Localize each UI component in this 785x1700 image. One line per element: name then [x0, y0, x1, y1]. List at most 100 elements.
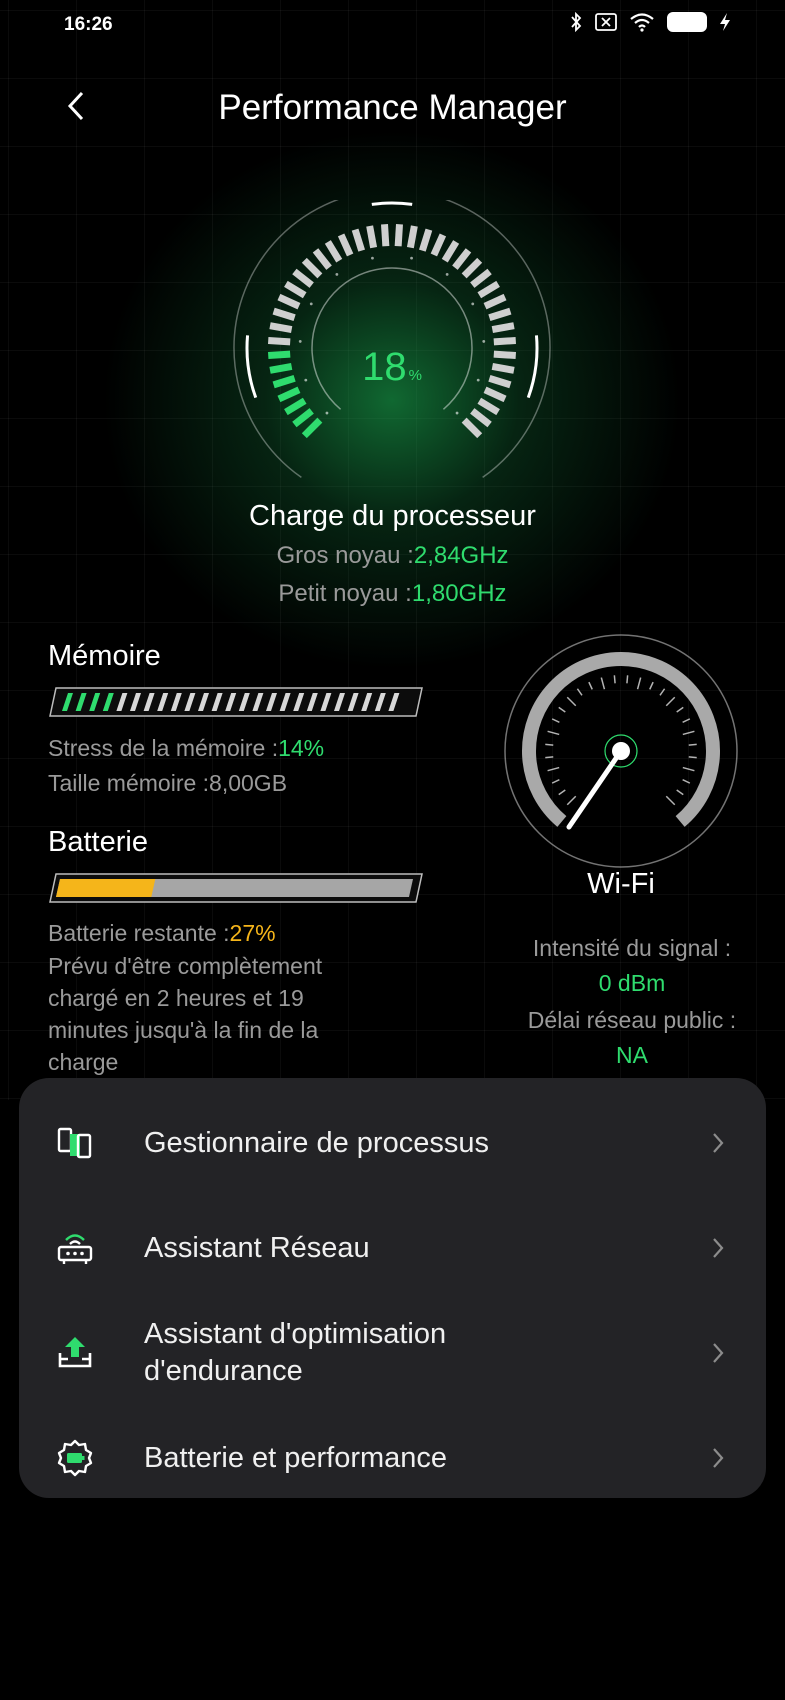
wifi-gauge-tick — [636, 677, 642, 690]
wifi-gauge-tick — [576, 688, 583, 696]
menu-item-label: Assistant Réseau — [144, 1231, 370, 1264]
gauge-dot — [298, 340, 302, 343]
wifi-gauge-tick — [682, 730, 695, 736]
menu-item-battery-performance[interactable]: Batterie et performance — [19, 1403, 766, 1513]
gauge-tick — [483, 293, 507, 310]
gauge-tick — [470, 268, 492, 288]
wifi-needle — [566, 748, 624, 830]
gauge-tick-filled — [277, 386, 301, 403]
gauge-dot — [482, 340, 486, 343]
gauge-tick — [277, 293, 301, 310]
big-core-label: Gros noyau : — [276, 542, 414, 569]
memory-bar-graphic — [49, 687, 423, 717]
wifi-gauge-tick — [588, 681, 593, 690]
status-icons: 27 — [569, 12, 731, 32]
gauge-dot — [371, 256, 374, 260]
cpu-load-value: 18 — [362, 345, 407, 389]
battery-title: Batterie — [48, 826, 148, 858]
cpu-load-gauge: 18% — [222, 189, 562, 500]
wifi-gauge-tick — [676, 706, 684, 713]
sim-off-icon — [595, 13, 617, 31]
process-manager-icon — [55, 1123, 95, 1163]
wifi-gauge-tick — [558, 789, 566, 796]
menu-item-network-assistant[interactable]: Assistant Réseau — [19, 1193, 766, 1303]
gauge-tick — [366, 225, 378, 249]
gauge-dot — [455, 411, 459, 415]
memory-stress-line: Stress de la mémoire :14% — [48, 735, 324, 762]
gauge-tick — [477, 397, 500, 416]
gauge-tick — [268, 337, 291, 346]
battery-icon: 27 — [667, 12, 707, 32]
delay-value: NA — [616, 1042, 648, 1068]
gauge-tick — [351, 228, 365, 252]
gauge-tick — [452, 248, 472, 270]
gauge-tick-filled — [284, 397, 307, 416]
gauge-tick — [324, 240, 343, 263]
menu-item-process-manager[interactable]: Gestionnaire de processus — [19, 1088, 766, 1198]
page-title: Performance Manager — [218, 88, 567, 127]
wifi-gauge-tick — [688, 743, 697, 746]
battery-bar-graphic — [49, 873, 423, 903]
wifi-gauge-tick — [682, 779, 691, 784]
memory-size-label: Taille mémoire :8,00GB — [48, 770, 288, 796]
gauge-tick — [406, 225, 418, 249]
gauge-tick — [292, 268, 314, 288]
upload-tray-icon — [55, 1333, 95, 1373]
gauge-tick — [488, 307, 512, 321]
wifi-gauge-tick — [682, 718, 691, 723]
status-time: 16:26 — [64, 14, 113, 35]
bluetooth-icon — [571, 12, 582, 32]
router-icon — [55, 1228, 95, 1268]
wifi-gauge-tick — [665, 795, 676, 806]
battery-bar-fill — [56, 879, 156, 897]
header: Performance Manager — [0, 78, 785, 138]
wifi-icon — [630, 13, 654, 32]
gauge-tick — [419, 228, 433, 252]
gauge-tick — [461, 257, 483, 279]
gauge-tick — [470, 408, 492, 428]
wifi-gauge-tick — [688, 756, 697, 759]
small-core-value: 1,80GHz — [411, 580, 507, 607]
wifi-gauge-tick — [558, 706, 566, 713]
gauge-tick — [269, 322, 293, 334]
gauge-tick — [441, 240, 460, 263]
menu-item-label: Assistant d'optimisation d'endurance — [144, 1318, 447, 1387]
battery-remaining-label: Batterie restante : — [48, 920, 230, 946]
wifi-gauge-tick — [600, 677, 606, 690]
menu-item-endurance-optimization[interactable]: Assistant d'optimisation d'endurance — [19, 1298, 766, 1408]
gauge-tick — [430, 233, 447, 257]
big-core-value: 2,84GHz — [413, 542, 509, 569]
battery-remaining-value: 27% — [229, 920, 276, 946]
wifi-title: Wi-Fi — [587, 868, 655, 900]
signal-value: 0 dBm — [598, 970, 666, 996]
gauge-dot — [410, 256, 413, 260]
chevron-right-icon — [713, 1133, 724, 1153]
wifi-gauge-tick — [659, 688, 666, 696]
wifi-gauge-tick — [613, 675, 616, 684]
gauge-dot — [471, 302, 475, 306]
gauge-dot — [335, 272, 339, 276]
wifi-needle-hub — [612, 742, 630, 760]
gauge-tick — [284, 280, 307, 299]
wifi-gauge-tick — [626, 675, 629, 684]
wifi-gauge-tick — [545, 756, 554, 759]
chevron-right-icon — [713, 1343, 724, 1363]
battery-level: 27 — [679, 14, 695, 30]
wifi-gauge-arc — [522, 652, 720, 827]
wifi-gauge-tick — [545, 743, 554, 746]
battery-remaining-line: Batterie restante :27% — [48, 920, 276, 947]
gauge-tick — [381, 224, 390, 247]
wifi-gauge-tick — [551, 779, 560, 784]
gauge-tick — [394, 224, 403, 247]
gauge-dot — [309, 302, 313, 306]
gauge-tick — [337, 233, 354, 257]
memory-title: Mémoire — [48, 640, 161, 672]
menu-item-label: Gestionnaire de processus — [144, 1126, 489, 1159]
gauge-tick — [272, 307, 296, 321]
wifi-gauge-tick — [566, 795, 577, 806]
wifi-gauge-tick — [551, 718, 560, 723]
wifi-gauge-tick — [665, 696, 676, 707]
cpu-load-readout: 18% — [222, 345, 562, 390]
charge-estimate: Prévu d'être complètement chargé en 2 he… — [48, 953, 323, 1075]
wifi-gauge-tick — [649, 681, 654, 690]
